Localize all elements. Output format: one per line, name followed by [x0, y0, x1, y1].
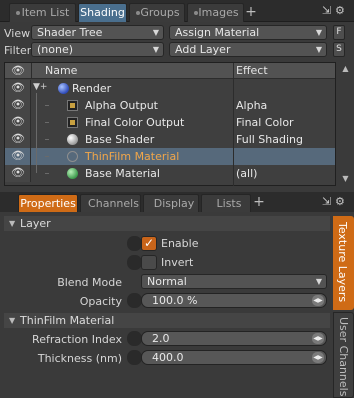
spinner-icon[interactable]: ◀▶	[312, 333, 324, 344]
eye-icon[interactable]: 👁	[11, 98, 25, 112]
refraction-index-label: Refraction Index	[32, 333, 122, 346]
gear-icon[interactable]: ⚙	[335, 4, 345, 17]
bottom-tab-bar: Properties Channels Display Lists + ⇲ ⚙	[0, 192, 354, 212]
enable-checkbox[interactable]: ✓	[141, 236, 157, 251]
sphere-empty-icon	[67, 151, 78, 162]
tab-grip-icon	[136, 11, 140, 15]
invert-checkbox[interactable]	[141, 255, 157, 270]
tree-scrollbar[interactable]: ▲ ▼	[338, 62, 354, 186]
filter-dropdown[interactable]: (none) ▼	[31, 42, 164, 57]
view-label: View	[4, 27, 31, 40]
collapse-icon[interactable]: ⇲	[322, 4, 331, 17]
tree-row-base-material[interactable]: 👁 Base Material (all)	[5, 165, 335, 182]
scroll-down-icon[interactable]: ▼	[340, 174, 351, 184]
tab-lists[interactable]: Lists	[201, 194, 251, 212]
texture-layer-icon	[67, 117, 78, 128]
thickness-field[interactable]: 400.0 ◀▶	[141, 350, 327, 365]
s-button[interactable]: S	[333, 42, 345, 57]
enable-label: Enable	[161, 237, 199, 250]
invert-label: Invert	[161, 256, 194, 269]
tree-row-render[interactable]: 👁 ▼+ Render	[5, 80, 335, 97]
f-button[interactable]: F	[333, 25, 345, 40]
blend-mode-dropdown[interactable]: Normal ▼	[141, 274, 327, 289]
eye-icon[interactable]: 👁	[11, 166, 25, 180]
tree-row-alpha-output[interactable]: 👁 Alpha Output Alpha	[5, 97, 335, 114]
refraction-index-field[interactable]: 2.0 ◀▶	[141, 331, 327, 346]
sphere-white-icon	[67, 134, 78, 145]
tree-row-base-shader[interactable]: 👁 Base Shader Full Shading	[5, 131, 335, 148]
chevron-down-icon: ▼	[152, 45, 159, 54]
thickness-label: Thickness (nm)	[37, 352, 122, 365]
tab-grip-icon	[194, 11, 198, 15]
add-layer-button[interactable]: Add Layer ▼	[169, 42, 327, 57]
tab-channels[interactable]: Channels	[80, 194, 141, 212]
eye-icon[interactable]: 👁	[11, 115, 25, 129]
chevron-down-icon: ▼	[315, 277, 322, 286]
collapse-triangle-icon: ▼	[9, 316, 16, 325]
tree-header: 👁 Name Effect	[5, 63, 335, 79]
tree-row-final-color-output[interactable]: 👁 Final Color Output Final Color	[5, 114, 335, 131]
blend-mode-label: Blend Mode	[57, 276, 122, 289]
panel-menu: ⇲ ⚙	[322, 195, 350, 209]
spinner-icon[interactable]: ◀▶	[312, 295, 324, 306]
add-tab-button[interactable]: +	[252, 194, 266, 212]
eye-icon[interactable]: 👁	[11, 64, 25, 78]
column-effect[interactable]: Effect	[236, 64, 268, 77]
tab-images[interactable]: Images	[187, 3, 244, 22]
texture-layer-icon	[67, 100, 78, 111]
eye-icon[interactable]: 👁	[11, 132, 25, 146]
sphere-green-icon	[67, 168, 78, 179]
gear-icon[interactable]: ⚙	[335, 195, 345, 208]
eye-icon[interactable]: 👁	[11, 81, 25, 95]
opacity-label: Opacity	[79, 295, 122, 308]
tab-display[interactable]: Display	[143, 194, 199, 212]
chevron-down-icon: ▼	[315, 45, 322, 54]
scroll-up-icon[interactable]: ▲	[340, 64, 351, 74]
layer-section-header[interactable]: ▼ Layer	[4, 216, 330, 231]
view-dropdown[interactable]: Shader Tree ▼	[31, 25, 164, 40]
top-tab-bar: Item List Shading Groups Images + ⇲ ⚙	[0, 0, 354, 22]
spinner-icon[interactable]: ◀▶	[312, 352, 324, 363]
collapse-icon[interactable]: ⇲	[322, 195, 331, 208]
side-tab-bar: Texture Layers User Channels	[333, 212, 354, 398]
properties-panel: ▼ Layer ✓ Enable Invert Blend Mode Norma…	[0, 212, 330, 398]
column-name[interactable]: Name	[45, 64, 77, 77]
tab-properties[interactable]: Properties	[18, 194, 78, 212]
opacity-field[interactable]: 100.0 % ◀▶	[141, 293, 327, 308]
tree-row-thinfilm-material[interactable]: 👁 ThinFilm Material	[5, 148, 335, 165]
eye-icon[interactable]: 👁	[11, 149, 25, 163]
shader-tree: 👁 Name Effect 👁 ▼+ Render 👁 Alpha Output…	[4, 62, 336, 186]
sphere-blue-icon	[58, 83, 69, 94]
tab-shading[interactable]: Shading	[78, 3, 127, 22]
tab-groups[interactable]: Groups	[129, 3, 185, 22]
chevron-down-icon: ▼	[152, 28, 159, 37]
tab-texture-layers[interactable]: Texture Layers	[333, 216, 354, 310]
expand-icon[interactable]: ▼+	[33, 82, 47, 92]
tab-grip-icon	[16, 11, 20, 15]
collapse-triangle-icon: ▼	[9, 219, 16, 228]
thinfilm-section-header[interactable]: ▼ ThinFilm Material	[4, 313, 330, 328]
add-tab-button[interactable]: +	[244, 3, 258, 22]
chevron-down-icon: ▼	[315, 28, 322, 37]
filter-label: Filter	[4, 44, 32, 57]
tab-user-channels[interactable]: User Channels	[333, 312, 354, 398]
tab-item-list[interactable]: Item List	[9, 3, 76, 22]
assign-material-button[interactable]: Assign Material ▼	[169, 25, 327, 40]
panel-menu: ⇲ ⚙	[322, 4, 350, 18]
